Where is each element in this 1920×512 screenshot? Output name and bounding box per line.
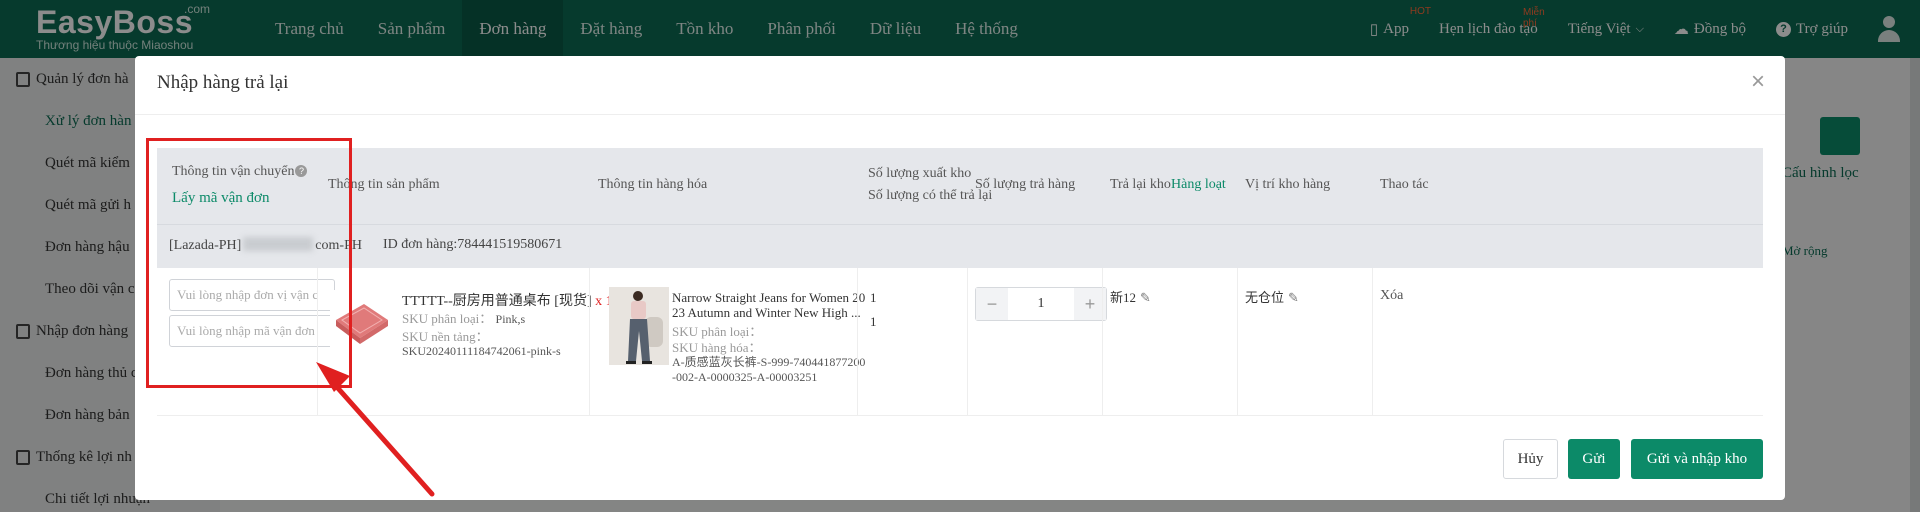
qty-out-value: 1: [870, 290, 877, 305]
product-name-text: TTTTT--厨房用普通桌布 [现货]: [402, 294, 592, 309]
goods-name-line-1: Narrow Straight Jeans for Women 20: [672, 290, 866, 305]
header-qty-out: Số lượng xuất kho: [868, 166, 972, 181]
product-sku-platform-label: SKU nền tảng：: [402, 329, 489, 344]
header-location: Vị trí kho hàng: [1245, 177, 1331, 192]
return-import-modal: Nhập hàng trả lại × Thông tin vận chuyển…: [135, 56, 1785, 500]
header-goods: Thông tin hàng hóa: [598, 177, 708, 192]
column-divider: [1102, 268, 1103, 416]
close-icon[interactable]: ×: [1751, 68, 1765, 96]
batch-link[interactable]: Hàng loạt: [1171, 177, 1226, 193]
column-divider: [857, 268, 858, 416]
order-id: ID đơn hàng:784441519580671: [383, 237, 563, 252]
goods-name-line-2: 23 Autumn and Winter New High ...: [672, 305, 861, 320]
product-thumbnail: [330, 290, 392, 352]
product-sku-variant: SKU phân loại： Pink,s: [402, 308, 525, 327]
warehouse-value: 新12: [1110, 290, 1137, 305]
qty-returnable-value: 1: [870, 314, 877, 329]
goods-sku-line-1: A-质感蓝灰长裤-S-999-740441877200: [672, 355, 866, 369]
return-warehouse: 新12 ✎: [1110, 287, 1151, 306]
header-qty-returnable: Số lượng có thể trả lại: [868, 188, 993, 203]
blurred-shop-id: [243, 237, 314, 251]
send-button[interactable]: Gửi: [1568, 439, 1620, 479]
header-product: Thông tin sản phẩm: [328, 177, 440, 192]
table-row: Vui lòng nhập đơn vị vận c Vui lòng nhập…: [157, 268, 1763, 416]
edit-icon[interactable]: ✎: [1140, 291, 1151, 306]
column-divider: [317, 268, 318, 416]
tracking-number-input[interactable]: Vui lòng nhập mã vận đơn: [169, 315, 335, 347]
return-qty-input[interactable]: 1: [1008, 288, 1074, 320]
send-and-import-button[interactable]: Gửi và nhập kho: [1631, 439, 1763, 479]
column-divider: [1372, 268, 1373, 416]
product-sku-platform-value: SKU20240111184742061-pink-s: [402, 344, 561, 358]
header-action: Thao tác: [1380, 177, 1429, 192]
header-qty-return: Số lượng trả hàng: [975, 177, 1076, 192]
goods-thumbnail: [609, 287, 669, 365]
column-divider: [1237, 268, 1238, 416]
return-qty-stepper[interactable]: − 1 +: [975, 287, 1107, 321]
shop-prefix: [Lazada-PH]: [169, 238, 242, 253]
edit-icon[interactable]: ✎: [1288, 291, 1299, 306]
column-divider: [967, 268, 968, 416]
sku-variant-value: Pink,s: [495, 312, 526, 326]
get-tracking-link[interactable]: Lấy mã vận đơn: [172, 190, 270, 207]
warehouse-location: 无仓位 ✎: [1245, 287, 1299, 306]
carrier-input[interactable]: Vui lòng nhập đơn vị vận c: [169, 279, 335, 311]
header-shipping: Thông tin vận chuyển?: [172, 164, 308, 180]
header-shipping-label: Thông tin vận chuyển: [172, 164, 295, 179]
modal-divider: [135, 114, 1785, 115]
product-name: TTTTT--厨房用普通桌布 [现货] x 1: [402, 290, 613, 310]
header-return-warehouse: Trả lại kho: [1110, 177, 1171, 192]
order-info-row: [Lazada-PH] com-PH ID đơn hàng:7844415195…: [157, 224, 1763, 268]
column-divider: [589, 268, 590, 416]
shop-suffix: com-PH: [315, 238, 362, 253]
location-value: 无仓位: [1245, 290, 1285, 305]
goods-sku-line-2: -002-A-0000325-A-00003251: [672, 370, 818, 384]
help-icon[interactable]: ?: [295, 165, 308, 177]
modal-title: Nhập hàng trả lại: [157, 72, 289, 93]
shop-name: [Lazada-PH] com-PH: [169, 237, 362, 254]
delete-link[interactable]: Xóa: [1380, 288, 1403, 304]
table-header: Thông tin vận chuyển? Lấy mã vận đơn Thô…: [157, 148, 1763, 224]
minus-button[interactable]: −: [976, 288, 1008, 320]
sku-variant-label: SKU phân loại：: [402, 311, 493, 326]
cancel-button[interactable]: Hủy: [1503, 439, 1558, 479]
